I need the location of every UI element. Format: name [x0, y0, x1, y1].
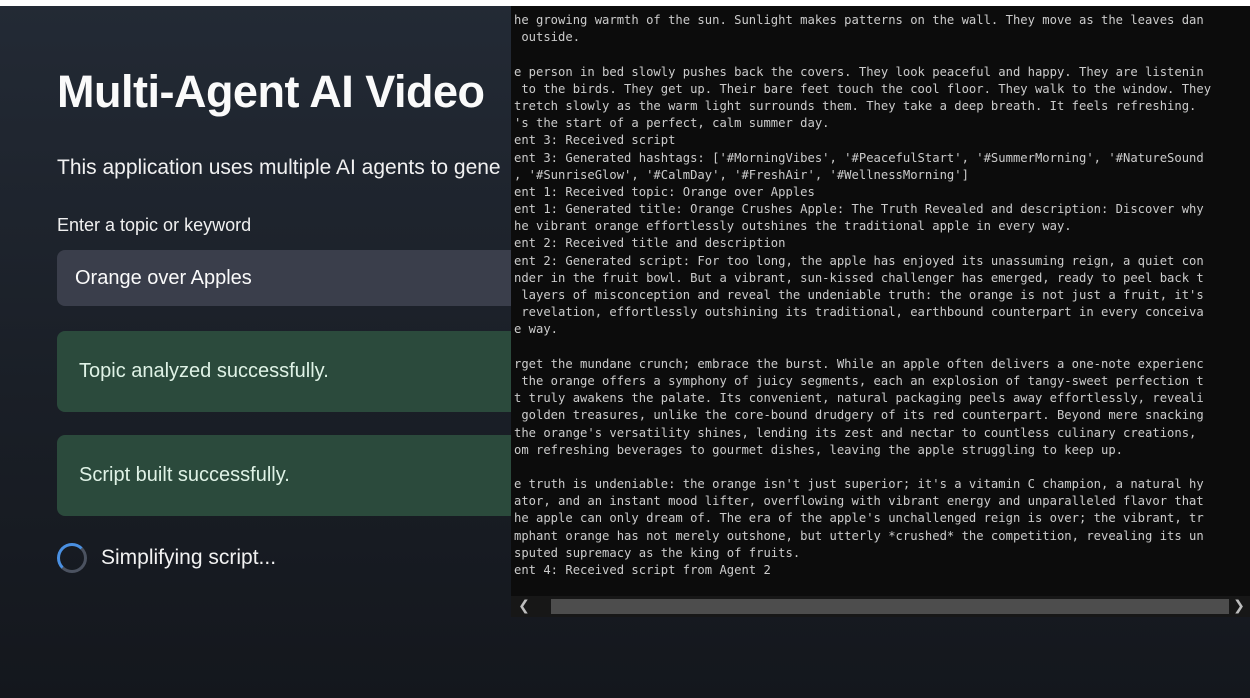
page-title: Multi-Agent AI Video — [57, 66, 485, 117]
console-window[interactable]: he growing warmth of the sun. Sunlight m… — [511, 6, 1250, 617]
console-line: ent 4: Received script from Agent 2 — [514, 563, 771, 577]
console-line: nder in the fruit bowl. But a vibrant, s… — [514, 270, 1204, 285]
spinner-text: Simplifying script... — [101, 546, 277, 569]
console-line: to the birds. They get up. Their bare fe… — [514, 81, 1212, 96]
console-line: ent 1: Generated title: Orange Crushes A… — [514, 202, 1204, 217]
console-line: revelation, effortlessly outshining its … — [514, 305, 1204, 320]
success-alert-text: Script built successfully. — [79, 464, 290, 486]
console-line: , '#SunriseGlow', '#CalmDay', '#FreshAir… — [514, 167, 969, 182]
console-line: layers of misconception and reveal the u… — [514, 288, 1204, 302]
console-line: rget the mundane crunch; embrace the bur… — [514, 356, 1204, 371]
console-output: he growing warmth of the sun. Sunlight m… — [514, 12, 1247, 579]
console-line: e person in bed slowly pushes back the c… — [514, 64, 1204, 79]
chevron-right-icon[interactable]: ❯ — [1228, 596, 1250, 617]
success-alert-text: Topic analyzed successfully. — [79, 360, 329, 382]
console-line: the orange's versatility shines, lending… — [514, 425, 1197, 440]
spinner-icon — [57, 543, 87, 573]
console-line: ent 2: Received title and description — [514, 236, 786, 251]
console-line: he apple can only dream of. The era of t… — [514, 511, 1204, 526]
console-line: the orange offers a symphony of juicy se… — [514, 373, 1204, 388]
console-line: 's the start of a perfect, calm summer d… — [514, 116, 830, 131]
console-line: ator, and an instant mood lifter, overfl… — [514, 494, 1204, 509]
console-line: golden treasures, unlike the core-bound … — [514, 408, 1204, 423]
scrollbar-thumb[interactable] — [551, 599, 1229, 614]
console-line: ent 3: Generated hashtags: ['#MorningVib… — [514, 150, 1204, 165]
console-line: ent 3: Received script — [514, 133, 676, 148]
console-line: e truth is undeniable: the orange isn't … — [514, 477, 1204, 492]
app-window: Multi-Agent AI Video This application us… — [0, 0, 1250, 698]
horizontal-scrollbar[interactable]: ❮ ❯ — [511, 596, 1250, 617]
console-line: he vibrant orange effortlessly outshines… — [514, 219, 1072, 234]
console-line: mphant orange has not merely outshone, b… — [514, 528, 1204, 543]
console-line: sputed supremacy as the king of fruits. — [514, 545, 801, 560]
console-line: ent 1: Received topic: Orange over Apple… — [514, 184, 815, 199]
console-line: t truly awakens the palate. Its convenie… — [514, 391, 1204, 406]
topic-input-label: Enter a topic or keyword — [57, 215, 252, 235]
page-description: This application uses multiple AI agents… — [57, 156, 501, 179]
console-line: he growing warmth of the sun. Sunlight m… — [514, 13, 1204, 27]
console-line: ent 2: Generated script: For too long, t… — [514, 253, 1204, 268]
console-line: tretch slowly as the warm light surround… — [514, 98, 1197, 113]
console-line: outside. — [514, 30, 581, 45]
console-line: om refreshing beverages to gourmet dishe… — [514, 442, 1124, 457]
console-line: e way. — [514, 322, 559, 337]
status-spinner-row: Simplifying script... — [57, 540, 276, 576]
chevron-left-icon[interactable]: ❮ — [513, 596, 535, 617]
